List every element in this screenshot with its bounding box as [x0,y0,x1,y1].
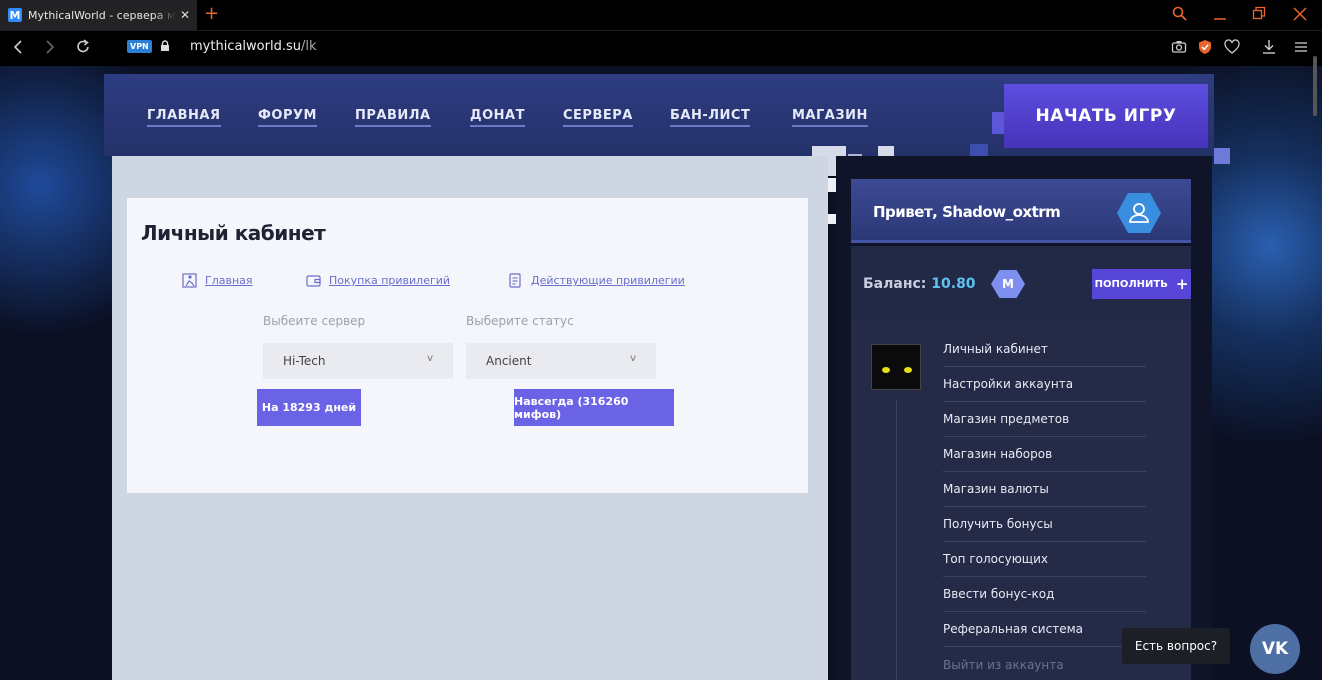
vpn-badge[interactable]: VPN [127,40,152,53]
tab-title: MythicalWorld - сервера м [28,8,176,22]
minimize-icon[interactable] [1213,6,1227,22]
nav-donate[interactable]: ДОНАТ [470,108,525,127]
menu-item-currency-shop[interactable]: Магазин валюты [943,472,1146,507]
buy-forever-button[interactable]: Навсегда (316260 мифов) [514,389,674,426]
vk-icon[interactable]: VK [1250,624,1300,674]
server-label: Выбеите сервер [263,314,366,328]
menu-item-cabinet[interactable]: Личный кабинет [943,332,1146,367]
nav-forum[interactable]: ФОРУМ [258,108,317,127]
url-host: mythicalworld.su [190,39,301,54]
server-select-value: Hi-Tech [283,354,326,368]
topup-label: ПОПОЛНИТЬ [1094,278,1168,290]
page-title: Личный кабинет [141,221,326,245]
forward-icon[interactable] [43,38,57,56]
balance-value: 10.80 [931,276,976,292]
menu-item-top-voters[interactable]: Топ голосующих [943,542,1146,577]
sublink-home-label: Главная [205,274,253,287]
greeting-panel: Привет, Shadow_oxtrm [851,179,1191,243]
home-run-icon [182,273,197,288]
browser-tab[interactable]: M MythicalWorld - сервера м ✕ [0,0,197,30]
nav-home[interactable]: ГЛАВНАЯ [147,108,221,127]
avatar [871,344,921,390]
menu-item-bonus-code[interactable]: Ввести бонус-код [943,577,1146,612]
search-icon[interactable] [1172,6,1188,22]
nav-servers[interactable]: СЕРВЕРА [563,108,633,127]
status-select-value: Ancient [486,354,532,368]
lock-icon[interactable] [160,40,170,52]
document-icon [509,273,521,288]
sublink-active-privileges-label: Действующие привилегии [531,274,685,287]
new-tab-button[interactable]: + [204,4,219,24]
balance-panel: Баланс: 10.80 M ПОПОЛНИТЬ + [851,246,1191,320]
tab-close-icon[interactable]: ✕ [180,8,190,22]
topup-button[interactable]: ПОПОЛНИТЬ + [1092,269,1191,299]
status-label: Выберите статус [466,314,574,328]
menu-item-logout[interactable]: Выйти из аккаунта [943,647,1146,680]
status-select[interactable]: Ancient v [466,343,656,379]
camera-icon[interactable] [1171,39,1187,55]
greeting-text: Привет, Shadow_oxtrm [873,203,1061,221]
menu-icon[interactable] [1294,39,1308,55]
support-question[interactable]: Есть вопрос? [1122,628,1230,664]
site-favicon-icon: M [8,8,22,22]
back-icon[interactable] [11,38,25,56]
sublink-active-privileges[interactable]: Действующие привилегии [508,273,685,288]
user-icon[interactable] [1117,193,1161,233]
window-close-icon[interactable] [1293,6,1307,22]
nav-shop[interactable]: МАГАЗИН [792,108,868,127]
url-field[interactable]: mythicalworld.su/lk [190,39,317,54]
tab-bar: M MythicalWorld - сервера м ✕ + [0,0,1322,30]
download-icon[interactable] [1262,39,1276,55]
menu-item-settings[interactable]: Настройки аккаунта [943,367,1146,402]
shield-icon[interactable] [1198,39,1212,55]
chevron-down-icon: v [427,353,433,364]
sublink-buy-privileges[interactable]: Покупка привилегий [306,273,450,288]
plus-icon: + [1175,275,1189,293]
nav-banlist[interactable]: БАН-ЛИСТ [670,108,751,127]
chevron-down-icon: v [630,353,636,364]
coin-icon: M [991,270,1025,298]
account-menu: Личный кабинет Настройки аккаунта Магази… [851,320,1191,680]
heart-icon[interactable] [1224,39,1240,55]
wallet-icon [306,275,321,287]
menu-item-items-shop[interactable]: Магазин предметов [943,402,1146,437]
sublink-buy-privileges-label: Покупка привилегий [329,274,451,287]
url-path: /lk [300,39,317,54]
menu-item-bonuses[interactable]: Получить бонусы [943,507,1146,542]
menu-item-referral[interactable]: Реферальная система [943,612,1146,647]
page-viewport: Личный кабинет Главная Покупка привилеги… [0,66,1322,680]
server-select[interactable]: Hi-Tech v [263,343,453,379]
balance-label: Баланс: 10.80 [863,276,976,292]
scrollbar[interactable] [1313,56,1317,116]
menu-divider [896,400,897,680]
restore-icon[interactable] [1252,6,1266,22]
buy-days-button[interactable]: На 18293 дней [257,389,361,426]
reload-icon[interactable] [75,38,91,56]
menu-item-kits-shop[interactable]: Магазин наборов [943,437,1146,472]
nav-rules[interactable]: ПРАВИЛА [355,108,431,127]
sublink-home[interactable]: Главная [182,273,253,288]
start-game-button[interactable]: НАЧАТЬ ИГРУ [1004,84,1208,148]
